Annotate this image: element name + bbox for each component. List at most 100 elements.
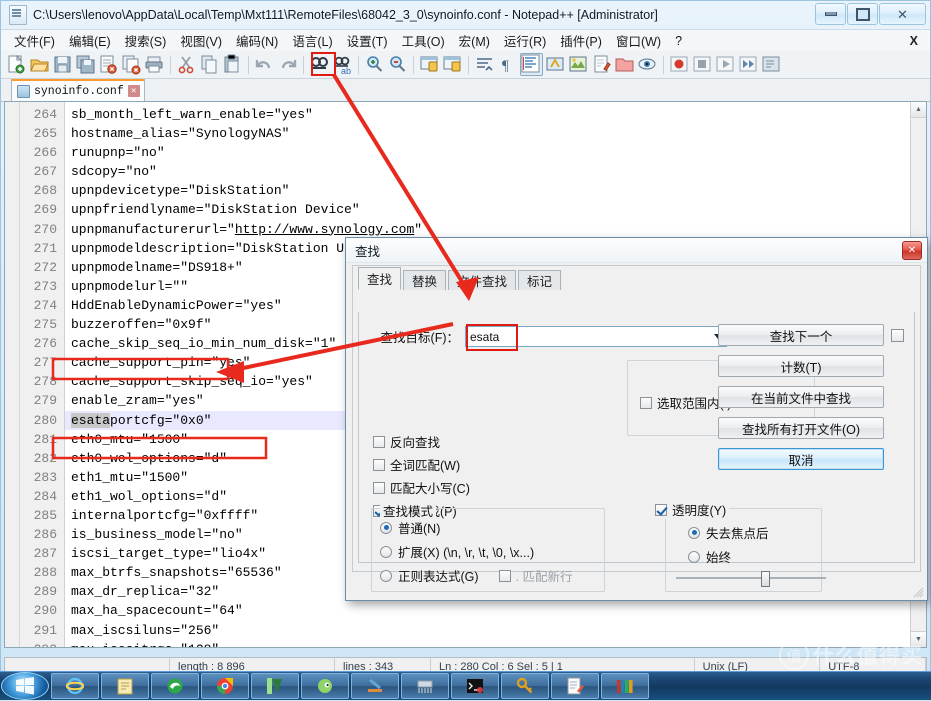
paste-icon[interactable] — [222, 54, 243, 75]
scroll-down-icon[interactable]: ▼ — [911, 631, 926, 647]
cut-icon[interactable] — [176, 54, 197, 75]
checkbox-box[interactable] — [373, 435, 385, 448]
menu-item-tools[interactable]: 工具(O) — [395, 29, 452, 52]
undo-icon[interactable] — [254, 54, 275, 75]
code-line[interactable]: upnpdevicetype="DiskStation" — [65, 181, 910, 200]
find-dialog-close-button[interactable]: ✕ — [902, 241, 922, 260]
uppercase-icon[interactable] — [545, 54, 566, 75]
editor-icon[interactable] — [551, 673, 599, 699]
checkbox-box[interactable] — [640, 396, 652, 409]
redo-icon[interactable] — [277, 54, 298, 75]
cancel-button[interactable]: 取消 — [718, 448, 884, 470]
slider-knob[interactable] — [761, 571, 770, 587]
open-file-icon[interactable] — [29, 54, 50, 75]
radio-box[interactable] — [688, 550, 700, 563]
keygen-icon[interactable] — [501, 673, 549, 699]
scroll-up-icon[interactable]: ▲ — [911, 102, 926, 118]
stop-macro-icon[interactable] — [692, 54, 713, 75]
library-icon[interactable] — [601, 673, 649, 699]
code-line[interactable]: upnpfriendlyname="DiskStation Device" — [65, 200, 910, 219]
transparency-always[interactable]: 始终 — [688, 547, 821, 566]
notes-icon[interactable] — [101, 673, 149, 699]
new-file-icon[interactable] — [6, 54, 27, 75]
transparency-on-losing-focus[interactable]: 失去焦点后 — [688, 523, 821, 542]
find-all-opened-button[interactable]: 查找所有打开文件(O) — [718, 417, 884, 439]
tools-icon[interactable] — [351, 673, 399, 699]
find-next-button[interactable]: 查找下一个 — [718, 324, 884, 346]
document-map-icon[interactable] — [637, 54, 658, 75]
zoom-in-icon[interactable] — [364, 54, 385, 75]
tab-mark[interactable]: 标记 — [518, 270, 562, 290]
menu-item-encoding[interactable]: 编码(N) — [229, 29, 285, 52]
code-line[interactable]: max_iscsitrgs="128" — [65, 640, 910, 647]
menu-item-edit[interactable]: 编辑(E) — [62, 29, 118, 52]
show-all-chars-icon[interactable]: ¶ — [497, 54, 518, 75]
play-macro-icon[interactable] — [715, 54, 736, 75]
zoom-out-icon[interactable] — [387, 54, 408, 75]
find-all-current-button[interactable]: 在当前文件中查找 — [718, 386, 884, 408]
edge-icon[interactable] — [151, 673, 199, 699]
indent-guide-icon[interactable] — [520, 53, 543, 76]
checkbox-box[interactable] — [373, 481, 385, 494]
code-line[interactable]: max_iscsiluns="256" — [65, 621, 910, 640]
close-file-icon[interactable] — [98, 54, 119, 75]
resize-grip-icon[interactable] — [912, 586, 924, 598]
menu-item-help[interactable]: ? — [668, 32, 689, 50]
option-match-case[interactable]: 匹配大小写(C) — [373, 478, 470, 497]
radio-box[interactable] — [380, 569, 392, 582]
green-app-icon[interactable] — [301, 673, 349, 699]
close-all-icon[interactable] — [121, 54, 142, 75]
menu-item-settings[interactable]: 设置(T) — [340, 29, 395, 52]
tab-replace[interactable]: 替换 — [403, 270, 447, 290]
menu-item-window[interactable]: 窗口(W) — [609, 29, 668, 52]
save-icon[interactable] — [52, 54, 73, 75]
minimize-button[interactable] — [815, 3, 846, 25]
close-document-button[interactable]: X — [910, 34, 918, 48]
radio-box[interactable] — [380, 545, 392, 558]
dot-matches-newline-checkbox[interactable]: . 匹配新行 — [498, 566, 573, 585]
user-defined-lang-icon[interactable] — [591, 54, 612, 75]
terminal-icon[interactable] — [451, 673, 499, 699]
folder-as-workspace-icon[interactable] — [614, 54, 635, 75]
keep-dialog-open-checkbox[interactable] — [891, 329, 904, 342]
code-line[interactable]: runupnp="no" — [65, 143, 910, 162]
radio-box[interactable] — [380, 521, 392, 534]
tab-find[interactable]: 查找 — [358, 267, 402, 290]
code-line[interactable]: upnpmanufacturerurl="http://www.synology… — [65, 220, 910, 239]
print-icon[interactable] — [144, 54, 165, 75]
code-line[interactable]: sb_month_left_warn_enable="yes" — [65, 105, 910, 124]
save-all-icon[interactable] — [75, 54, 96, 75]
run-macro-multiple-icon[interactable] — [738, 54, 759, 75]
transparency-checkbox[interactable]: 透明度(Y) — [655, 500, 726, 519]
radio-box[interactable] — [688, 526, 700, 539]
internet-explorer-icon[interactable] — [51, 673, 99, 699]
start-orb-icon[interactable] — [1, 672, 49, 700]
close-tab-icon[interactable]: ✕ — [127, 85, 140, 97]
search-mode-normal[interactable]: 普通(N) — [380, 518, 604, 537]
record-macro-icon[interactable] — [669, 54, 690, 75]
shredder-icon[interactable] — [401, 673, 449, 699]
menu-item-run[interactable]: 运行(R) — [497, 29, 553, 52]
menu-item-language[interactable]: 语言(L) — [285, 29, 339, 52]
chrome-icon[interactable] — [201, 673, 249, 699]
menu-item-plugins[interactable]: 插件(P) — [553, 29, 609, 52]
close-button[interactable]: ✕ — [879, 3, 926, 25]
checkbox-box[interactable] — [655, 503, 667, 516]
maximize-button[interactable] — [847, 3, 878, 25]
code-line[interactable]: sdcopy="no" — [65, 162, 910, 181]
option-match-whole-word[interactable]: 全词匹配(W) — [373, 455, 470, 474]
sync-horizontal-icon[interactable] — [442, 54, 463, 75]
sync-vertical-icon[interactable] — [419, 54, 440, 75]
option-backward-direction[interactable]: 反向查找 — [373, 432, 470, 451]
code-line[interactable]: hostname_alias="SynologyNAS" — [65, 124, 910, 143]
search-mode-regex[interactable]: 正则表达式(G) . 匹配新行 — [380, 566, 604, 585]
find-what-input[interactable]: esata — [465, 324, 727, 351]
code-line[interactable]: max_ha_spacecount="64" — [65, 601, 910, 620]
tab-find-in-files[interactable]: 文件查找 — [448, 270, 517, 290]
vim-icon[interactable] — [251, 673, 299, 699]
search-mode-extended[interactable]: 扩展(X) (\n, \r, \t, \0, \x...) — [380, 542, 604, 561]
word-wrap-icon[interactable] — [474, 54, 495, 75]
document-tab[interactable]: synoinfo.conf ✕ — [11, 78, 145, 101]
menu-item-file[interactable]: 文件(F) — [7, 29, 62, 52]
copy-icon[interactable] — [199, 54, 220, 75]
